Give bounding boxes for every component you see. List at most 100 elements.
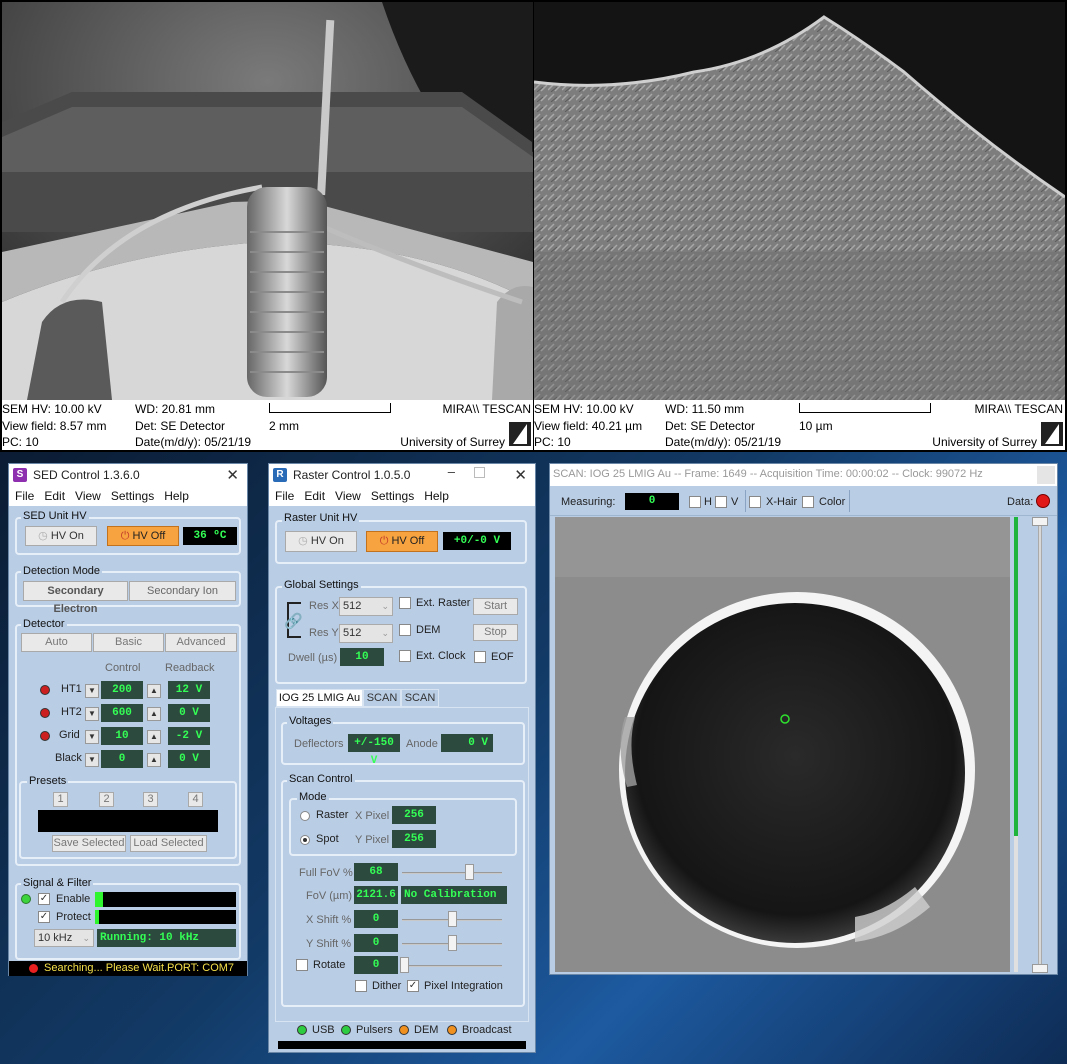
menu-file[interactable]: File	[275, 489, 294, 503]
dwell-value[interactable]: 10	[340, 648, 384, 666]
vertical-slider-track[interactable]	[1038, 523, 1042, 967]
ext-clock-checkbox[interactable]	[399, 650, 411, 662]
preset-2-button[interactable]: 2	[99, 792, 114, 807]
pixel-integration-checkbox[interactable]: ✓	[407, 980, 419, 992]
scan-window-control[interactable]	[1037, 466, 1055, 484]
load-selected-button[interactable]: Load Selected	[130, 835, 207, 852]
enable-checkbox[interactable]: ✓	[38, 893, 50, 905]
full-fov-slider[interactable]	[402, 872, 502, 874]
tab-iog-25-lmig-au[interactable]: IOG 25 LMIG Au	[276, 689, 363, 707]
presets-label: Presets	[27, 775, 69, 787]
detector-tab-auto[interactable]: Auto	[21, 633, 92, 652]
tab-scan-1[interactable]: SCAN	[363, 689, 401, 707]
grid-led	[40, 731, 50, 741]
menu-file[interactable]: File	[15, 489, 34, 503]
x-shift-value[interactable]: 0	[354, 910, 398, 928]
color-checkbox[interactable]	[802, 496, 814, 508]
menu-help[interactable]: Help	[424, 489, 449, 503]
hv-off-label: HV Off	[132, 530, 166, 542]
vertical-slider-bottom-thumb[interactable]	[1032, 964, 1048, 973]
vertical-slider[interactable]	[1028, 517, 1052, 973]
x-shift-slider-thumb[interactable]	[448, 911, 457, 927]
h-checkbox[interactable]	[689, 496, 701, 508]
close-icon[interactable]: ✕	[226, 466, 239, 484]
black-control[interactable]: 0	[101, 750, 143, 768]
menu-edit[interactable]: Edit	[44, 489, 65, 503]
res-x-select[interactable]: 512 ⌄	[339, 597, 393, 616]
ht1-control[interactable]: 200	[101, 681, 143, 699]
detector-tab-basic[interactable]: Basic	[93, 633, 164, 652]
minimize-icon[interactable]: –	[448, 464, 455, 479]
ht2-control[interactable]: 600	[101, 704, 143, 722]
raster-titlebar[interactable]: R Raster Control 1.0.5.0 – ✕	[269, 464, 535, 486]
menu-view[interactable]: View	[75, 489, 101, 503]
calibration-status: No Calibration	[401, 886, 507, 904]
protect-checkbox[interactable]: ✓	[38, 911, 50, 923]
menu-settings[interactable]: Settings	[111, 489, 154, 503]
grid-increment-button[interactable]: ▲	[147, 730, 161, 744]
sed-titlebar[interactable]: S SED Control 1.3.6.0 ✕	[9, 464, 247, 486]
tab-scan-2[interactable]: SCAN	[401, 689, 439, 707]
y-shift-value[interactable]: 0	[354, 934, 398, 952]
secondary-ion-button[interactable]: Secondary Ion	[129, 581, 236, 601]
filter-select[interactable]: 10 kHz ⌄	[34, 929, 94, 947]
start-button[interactable]: Start	[473, 598, 518, 615]
full-fov-slider-thumb[interactable]	[465, 864, 474, 880]
raster-hv-off-button[interactable]: ⏻ HV Off	[366, 531, 438, 552]
full-fov-value[interactable]: 68	[354, 863, 398, 881]
secondary-electron-button[interactable]: Secondary Electron	[23, 581, 128, 615]
sem-view-field: View field: 40.21 µm	[534, 419, 643, 433]
preset-1-button[interactable]: 1	[53, 792, 68, 807]
preset-name-display[interactable]	[38, 810, 218, 832]
menu-settings[interactable]: Settings	[371, 489, 414, 503]
y-shift-slider-thumb[interactable]	[448, 935, 457, 951]
ext-raster-checkbox[interactable]	[399, 597, 411, 609]
menu-help[interactable]: Help	[164, 489, 189, 503]
protect-level-bar	[95, 910, 236, 924]
ht2-decrement-button[interactable]: ▼	[85, 707, 99, 721]
ht1-increment-button[interactable]: ▲	[147, 684, 161, 698]
detector-tab-advanced[interactable]: Advanced	[165, 633, 237, 652]
link-icon[interactable]: 🔗	[284, 612, 303, 630]
detector-label: Detector	[21, 618, 67, 630]
scan-titlebar[interactable]: SCAN: IOG 25 LMIG Au -- Frame: 1649 -- A…	[550, 464, 1057, 486]
y-pixel-label: Y Pixel	[355, 834, 390, 846]
maximize-icon[interactable]	[474, 467, 485, 478]
res-y-select[interactable]: 512 ⌄	[339, 624, 393, 643]
ht1-decrement-button[interactable]: ▼	[85, 684, 99, 698]
rotate-checkbox[interactable]	[296, 959, 308, 971]
stop-button[interactable]: Stop	[473, 624, 518, 641]
xhair-checkbox[interactable]	[749, 496, 761, 508]
res-y-label: Res Y	[309, 627, 339, 639]
preset-3-button[interactable]: 3	[143, 792, 158, 807]
black-decrement-button[interactable]: ▼	[85, 753, 99, 767]
rotate-value[interactable]: 0	[354, 956, 398, 974]
save-selected-button[interactable]: Save Selected	[52, 835, 126, 852]
grid-decrement-button[interactable]: ▼	[85, 730, 99, 744]
menu-edit[interactable]: Edit	[304, 489, 325, 503]
black-increment-button[interactable]: ▲	[147, 753, 161, 767]
hv-on-button[interactable]: ◷ HV On	[25, 526, 97, 546]
vertical-slider-top-thumb[interactable]	[1032, 517, 1048, 526]
raster-hv-on-button[interactable]: ◷ HV On	[285, 531, 357, 552]
hv-off-button[interactable]: ⏻ HV Off	[107, 526, 179, 546]
voltages-label: Voltages	[287, 715, 334, 727]
preset-4-button[interactable]: 4	[188, 792, 203, 807]
grid-control[interactable]: 10	[101, 727, 143, 745]
v-checkbox[interactable]	[715, 496, 727, 508]
dem-checkbox[interactable]	[399, 624, 411, 636]
dither-checkbox[interactable]	[355, 980, 367, 992]
sem-institution: University of Surrey	[400, 435, 505, 449]
x-pixel-value[interactable]: 256	[392, 806, 436, 824]
ht2-increment-button[interactable]: ▲	[147, 707, 161, 721]
close-icon[interactable]: ✕	[514, 466, 527, 484]
eof-checkbox[interactable]	[474, 651, 486, 663]
spot-radio[interactable]	[300, 835, 310, 845]
y-pixel-value[interactable]: 256	[392, 830, 436, 848]
raster-radio[interactable]	[300, 811, 310, 821]
rotate-slider-thumb[interactable]	[400, 957, 409, 973]
scan-image[interactable]	[555, 517, 1010, 972]
rotate-slider[interactable]	[402, 965, 502, 967]
data-record-indicator[interactable]	[1036, 494, 1050, 508]
menu-view[interactable]: View	[335, 489, 361, 503]
